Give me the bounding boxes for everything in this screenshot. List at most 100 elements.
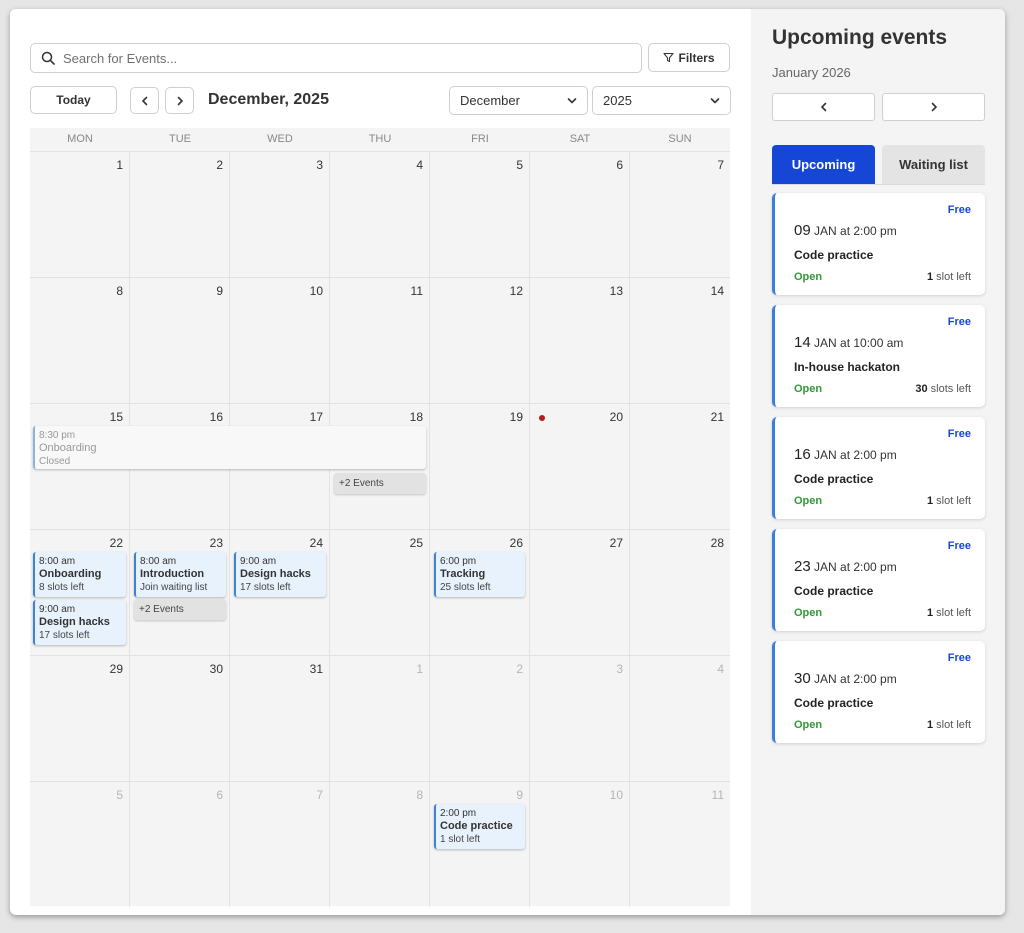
event-code-practice[interactable]: 2:00 pm Code practice 1 slot left [434,804,525,849]
day-cell-next-month[interactable]: 1 [330,655,430,781]
day-cell[interactable]: 30 [130,655,230,781]
prev-month-button[interactable] [130,87,159,114]
event-name: Code practice [794,696,874,710]
day-number: 9 [516,788,523,802]
weekday-header: THU [368,133,392,145]
event-price: Free [947,316,971,328]
day-cell[interactable]: 10 [230,277,330,403]
app-window: Filters Today December, 2025 December 20… [10,9,1005,915]
day-cell[interactable]: 31 [230,655,330,781]
sidebar-title: Upcoming events [772,26,948,49]
tab-upcoming[interactable]: Upcoming [772,145,875,184]
event-status: 17 slots left [39,630,90,641]
weekday-header: WED [267,133,293,145]
day-cell[interactable]: 5 [430,151,530,277]
event-date: 14 JAN at 10:00 am [794,334,903,351]
search-box[interactable] [30,43,642,73]
day-cell[interactable]: 9 [130,277,230,403]
day-cell[interactable]: 13 [530,277,630,403]
event-card[interactable]: Free 09 JAN at 2:00 pm Code practice Ope… [772,193,985,295]
day-number: 11 [711,788,724,802]
weekday-header: FRI [471,133,489,145]
day-number: 15 [109,410,123,424]
next-month-button[interactable] [165,87,194,114]
day-number: 25 [409,536,423,550]
event-onboarding-closed[interactable]: 8:30 pm Onboarding Closed [33,426,426,469]
day-cell[interactable]: 25 [330,529,430,655]
day-cell-next-month[interactable]: 2 [430,655,530,781]
event-design-hacks[interactable]: 9:00 am Design hacks 17 slots left [33,600,126,645]
sidebar-prev-button[interactable] [772,93,875,121]
day-cell-next-month[interactable]: 8 [330,781,430,907]
event-time: 8:30 pm [39,430,76,441]
event-time: 9:00 am [39,604,76,615]
chevron-down-icon [710,97,720,104]
day-cell[interactable]: 8 [30,277,130,403]
day-cell-today[interactable]: 20 [530,403,630,529]
filter-icon [663,52,675,63]
day-number: 13 [609,284,623,298]
filters-button[interactable]: Filters [648,43,730,72]
event-name: Introduction [140,568,205,580]
day-cell[interactable]: 1 [30,151,130,277]
day-number: 28 [710,536,724,550]
day-cell-next-month[interactable]: 3 [530,655,630,781]
event-introduction[interactable]: 8:00 am Introduction Join waiting list [134,552,226,597]
day-cell-next-month[interactable]: 5 [30,781,130,907]
day-number: 21 [710,410,724,424]
day-cell[interactable]: 12 [430,277,530,403]
day-cell[interactable]: 6 [530,151,630,277]
slots-label: slot left [933,271,971,283]
day-cell-next-month[interactable]: 7 [230,781,330,907]
day-number: 23 [209,536,223,550]
event-name: Code practice [440,820,513,832]
day-cell[interactable]: 4 [330,151,430,277]
event-status: 25 slots left [440,582,491,593]
today-button[interactable]: Today [30,86,117,114]
day-cell[interactable]: 21 [630,403,730,529]
tab-waiting-list[interactable]: Waiting list [882,145,985,184]
day-number: 7 [717,158,724,172]
sidebar-next-button[interactable] [882,93,985,121]
day-cell[interactable]: 19 [430,403,530,529]
day-cell[interactable]: 3 [230,151,330,277]
event-time: 8:00 am [140,556,177,567]
event-name: In-house hackaton [794,360,901,374]
day-number: 5 [116,788,123,802]
day-cell-next-month[interactable]: 4 [630,655,730,781]
day-cell[interactable]: 7 [630,151,730,277]
event-card[interactable]: Free 16 JAN at 2:00 pm Code practice Ope… [772,417,985,519]
year-select[interactable]: 2025 [592,86,731,115]
day-number: 10 [609,788,623,802]
weekday-header: MON [67,133,93,145]
day-cell-next-month[interactable]: 10 [530,781,630,907]
event-slots: 1 slot left [927,607,971,619]
day-number: 27 [609,536,623,550]
event-day: 14 [794,334,811,351]
event-design-hacks[interactable]: 9:00 am Design hacks 17 slots left [234,552,326,597]
search-input[interactable] [63,44,641,72]
day-cell[interactable]: 27 [530,529,630,655]
more-events-link[interactable]: +2 Events [334,473,426,494]
event-card[interactable]: Free 23 JAN at 2:00 pm Code practice Ope… [772,529,985,631]
day-cell[interactable]: 2 [130,151,230,277]
day-number: 6 [616,158,623,172]
month-select[interactable]: December [449,86,588,115]
event-price: Free [947,204,971,216]
event-time: 6:00 pm [440,556,477,567]
calendar-grid: MON TUE WED THU FRI SAT SUN 1 2 3 4 5 6 … [30,128,730,907]
chevron-down-icon [567,97,577,104]
event-card[interactable]: Free 30 JAN at 2:00 pm Code practice Ope… [772,641,985,743]
more-events-link[interactable]: +2 Events [134,599,226,620]
day-cell-next-month[interactable]: 11 [630,781,730,907]
day-cell-next-month[interactable]: 6 [130,781,230,907]
weekday-header: SUN [668,133,692,145]
day-cell[interactable]: 14 [630,277,730,403]
event-card[interactable]: Free 14 JAN at 10:00 am In-house hackato… [772,305,985,407]
event-onboarding[interactable]: 8:00 am Onboarding 8 slots left [33,552,126,597]
day-cell[interactable]: 11 [330,277,430,403]
day-cell[interactable]: 28 [630,529,730,655]
event-tracking[interactable]: 6:00 pm Tracking 25 slots left [434,552,525,597]
day-cell[interactable]: 29 [30,655,130,781]
event-slots: 1 slot left [927,495,971,507]
